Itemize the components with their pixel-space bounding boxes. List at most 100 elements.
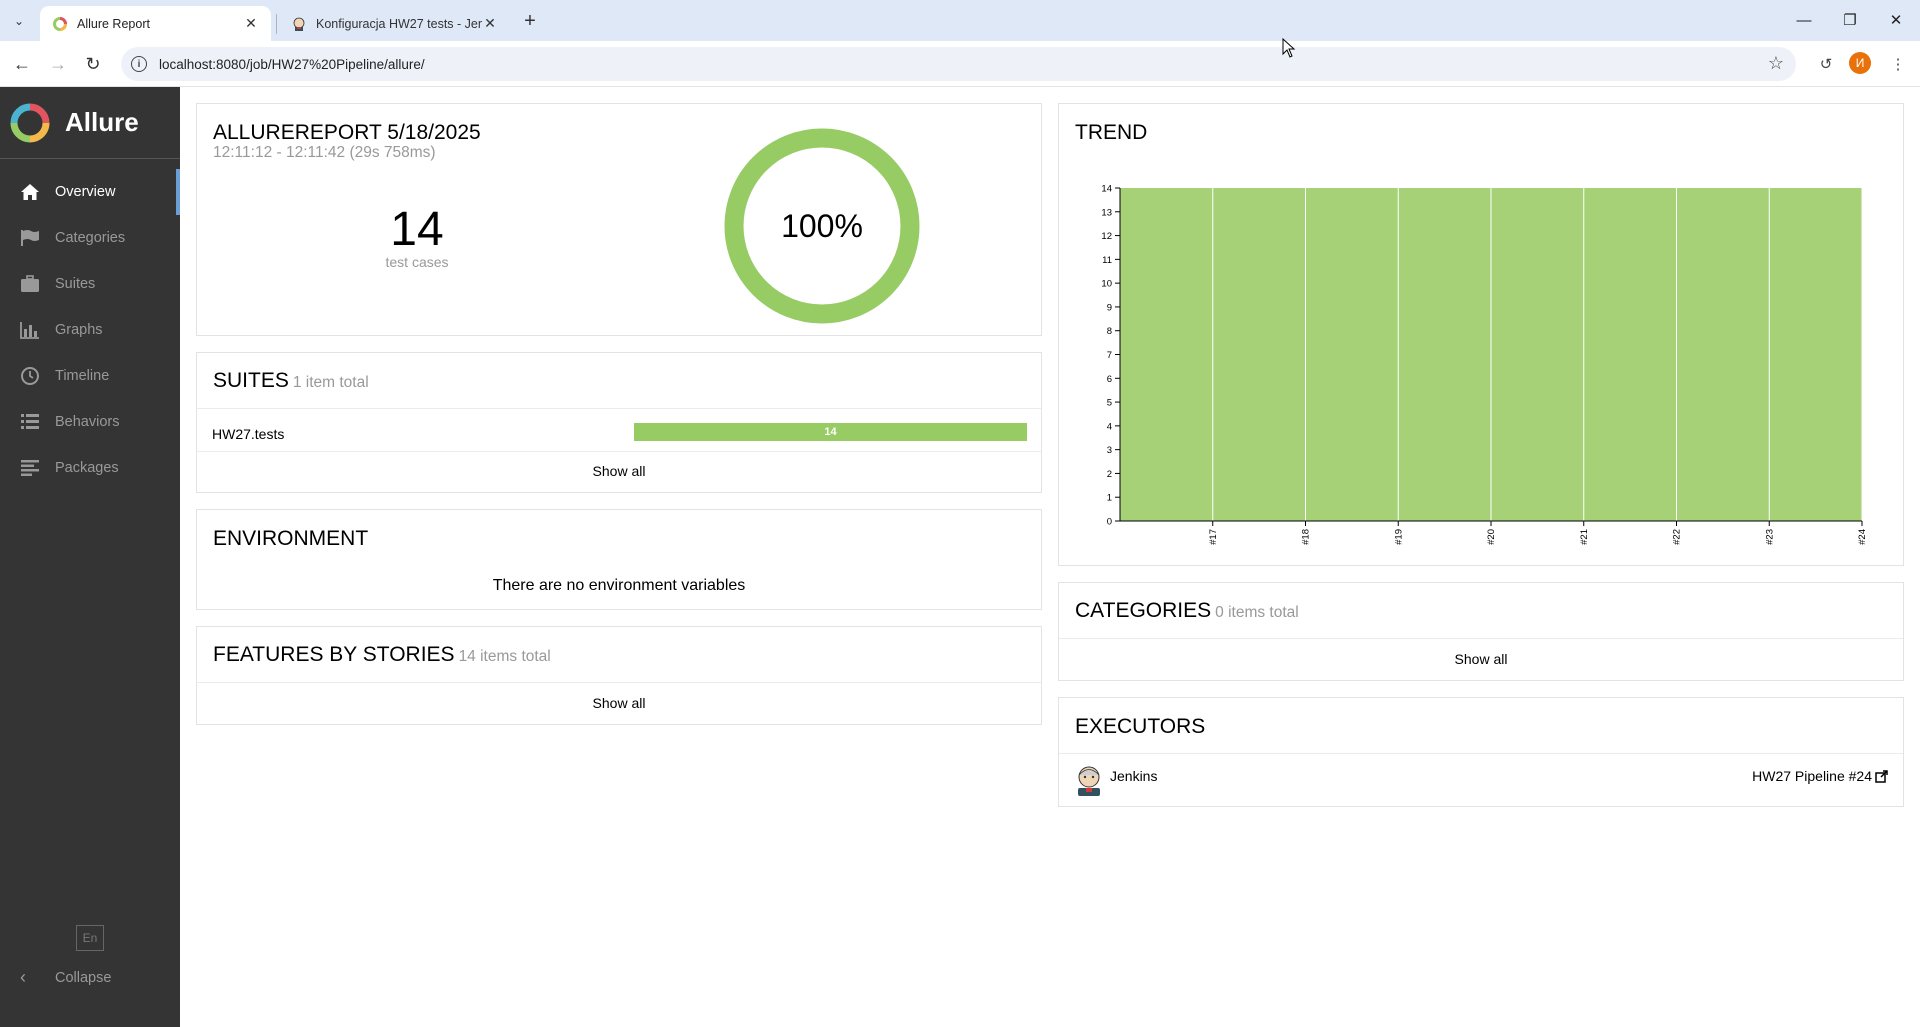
tab-allure-report[interactable]: Allure Report ✕ <box>40 6 271 41</box>
browser-menu-icon[interactable]: ⋮ <box>1887 53 1909 75</box>
sidebar-item-label: Overview <box>55 184 116 200</box>
trend-y-tick-label: 10 <box>1101 279 1112 290</box>
trend-x-tick-label: #18 <box>1301 529 1312 545</box>
trend-y-tick-label: 5 <box>1107 398 1112 409</box>
bookmark-star-icon[interactable]: ☆ <box>1768 53 1784 74</box>
suites-title-row: SUITES 1 item total <box>213 369 369 393</box>
trend-widget: TREND 0 1 2 3 4 5 6 7 8 9 10 11 12 13 14 #17 #18 #19 #20 #2… <box>1058 103 1904 566</box>
divider <box>197 451 1041 452</box>
suites-count: 1 item total <box>292 374 369 391</box>
align-left-icon <box>19 457 41 479</box>
collapse-button[interactable]: ‹ Collapse <box>20 967 111 988</box>
new-tab-button[interactable]: + <box>519 10 541 32</box>
executor-build-link[interactable]: HW27 Pipeline #24 <box>1752 768 1888 784</box>
categories-widget: CATEGORIES 0 items total Show all <box>1058 582 1904 681</box>
external-link-icon <box>1875 769 1888 783</box>
trend-y-tick-label: 11 <box>1102 255 1112 266</box>
tab-title: Allure Report <box>77 16 150 31</box>
test-case-count: 14 <box>390 203 444 256</box>
features-widget: FEATURES BY STORIES 14 items total Show a… <box>196 626 1042 725</box>
sidebar-item-label: Timeline <box>55 368 110 384</box>
sidebar-item-timeline[interactable]: Timeline <box>0 353 180 399</box>
tab-jenkins-config[interactable]: Konfiguracja HW27 tests - Jenkins ✕ <box>279 6 510 41</box>
bar-chart-icon <box>19 319 41 341</box>
trend-x-tick-label: #23 <box>1764 529 1775 545</box>
address-bar[interactable]: i localhost:8080/job/HW27%20Pipeline/all… <box>121 47 1796 81</box>
list-icon <box>19 411 41 433</box>
profile-avatar[interactable]: И <box>1849 52 1871 74</box>
sidebar-item-packages[interactable]: Packages <box>0 445 180 491</box>
allure-favicon-icon <box>53 16 67 31</box>
briefcase-icon <box>19 273 41 295</box>
executors-title: EXECUTORS <box>1075 715 1206 738</box>
sidebar-item-suites[interactable]: Suites <box>0 261 180 307</box>
suite-passed-bar[interactable]: 14 <box>634 423 1027 441</box>
jenkins-avatar-icon <box>1078 766 1100 796</box>
trend-y-tick-label: 8 <box>1107 326 1112 337</box>
suites-show-all-link[interactable]: Show all <box>197 463 1041 479</box>
sidebar-item-categories[interactable]: Categories <box>0 215 180 261</box>
tab-close-icon[interactable]: ✕ <box>243 15 259 32</box>
collapse-label: Collapse <box>55 969 112 986</box>
reload-button[interactable]: ↻ <box>78 49 108 79</box>
features-show-all-link[interactable]: Show all <box>197 695 1041 711</box>
features-title-row: FEATURES BY STORIES 14 items total <box>213 643 551 667</box>
trend-x-tick-label: #17 <box>1208 529 1219 545</box>
tab-title: Konfiguracja HW27 tests - Jenkins <box>316 16 482 31</box>
sidebar-item-label: Graphs <box>55 322 103 338</box>
suites-title: SUITES <box>213 369 289 392</box>
categories-count: 0 items total <box>1215 604 1299 621</box>
brand[interactable]: Allure <box>0 87 180 159</box>
close-window-button[interactable]: ✕ <box>1881 8 1911 32</box>
forward-button[interactable]: → <box>43 49 73 79</box>
trend-x-tick-label: #22 <box>1672 529 1683 545</box>
features-title: FEATURES BY STORIES <box>213 643 455 666</box>
trend-x-tick-label: #19 <box>1393 529 1404 545</box>
executor-name: Jenkins <box>1110 768 1158 784</box>
features-count: 14 items total <box>458 648 551 665</box>
pass-rate-label: 100% <box>781 207 863 244</box>
trend-x-tick-label: #20 <box>1486 529 1497 545</box>
test-case-label: test cases <box>385 254 449 270</box>
language-button[interactable]: En <box>76 925 104 951</box>
home-icon <box>19 181 41 203</box>
suite-name[interactable]: HW27.tests <box>212 426 284 442</box>
browser-tabstrip: ⌄ Allure Report ✕ Konfiguracja HW27 test… <box>0 0 1920 41</box>
trend-y-tick-label: 12 <box>1101 231 1112 242</box>
tab-search-button[interactable]: ⌄ <box>6 9 32 33</box>
mouse-cursor-icon <box>1282 38 1296 58</box>
flag-icon <box>19 227 41 249</box>
executor-build-label: HW27 Pipeline #24 <box>1752 768 1872 784</box>
trend-y-tick-label: 9 <box>1107 302 1112 313</box>
chevron-left-icon: ‹ <box>20 967 26 987</box>
sidebar-item-label: Suites <box>55 276 96 292</box>
minimize-button[interactable]: — <box>1789 8 1819 32</box>
trend-y-tick-label: 1 <box>1107 493 1112 504</box>
summary-widget: ALLUREREPORT 5/18/2025 12:11:12 - 12:11:… <box>196 103 1042 336</box>
trend-y-tick-label: 13 <box>1101 207 1112 218</box>
executors-widget: EXECUTORS Jenkins HW27 Pipeline #24 <box>1058 697 1904 807</box>
sidebar-item-graphs[interactable]: Graphs <box>0 307 180 353</box>
restore-button[interactable]: ❐ <box>1835 8 1865 32</box>
trend-chart: 01234567891011121314#17 #18 #19 #20 #21 #22 #2… <box>1101 184 1868 545</box>
report-time-range: 12:11:12 - 12:11:42 (29s 758ms) <box>213 144 436 161</box>
back-button[interactable]: ← <box>7 49 37 79</box>
categories-show-all-link[interactable]: Show all <box>1059 651 1903 667</box>
sidebar-item-overview[interactable]: Overview <box>0 169 180 215</box>
sidebar-menu: Overview Categories Suites Graphs Timeli… <box>0 169 180 491</box>
trend-y-tick-label: 2 <box>1107 469 1112 480</box>
url-text[interactable]: localhost:8080/job/HW27%20Pipeline/allur… <box>159 57 425 72</box>
tab-close-icon[interactable]: ✕ <box>482 15 498 32</box>
divider <box>1059 753 1903 754</box>
clock-icon <box>19 365 41 387</box>
extension-icon[interactable]: ↺ <box>1815 53 1837 75</box>
browser-toolbar: ← → ↻ i localhost:8080/job/HW27%20Pipeli… <box>0 41 1920 87</box>
environment-title: ENVIRONMENT <box>213 527 369 550</box>
allure-logo-icon <box>10 103 50 142</box>
allure-sidebar: Allure Overview Categories Suites Graphs <box>0 87 180 1027</box>
jenkins-favicon-icon <box>293 17 305 31</box>
trend-y-tick-label: 7 <box>1107 350 1112 361</box>
site-info-icon[interactable]: i <box>131 56 147 72</box>
sidebar-item-behaviors[interactable]: Behaviors <box>0 399 180 445</box>
categories-title-row: CATEGORIES 0 items total <box>1075 599 1299 623</box>
